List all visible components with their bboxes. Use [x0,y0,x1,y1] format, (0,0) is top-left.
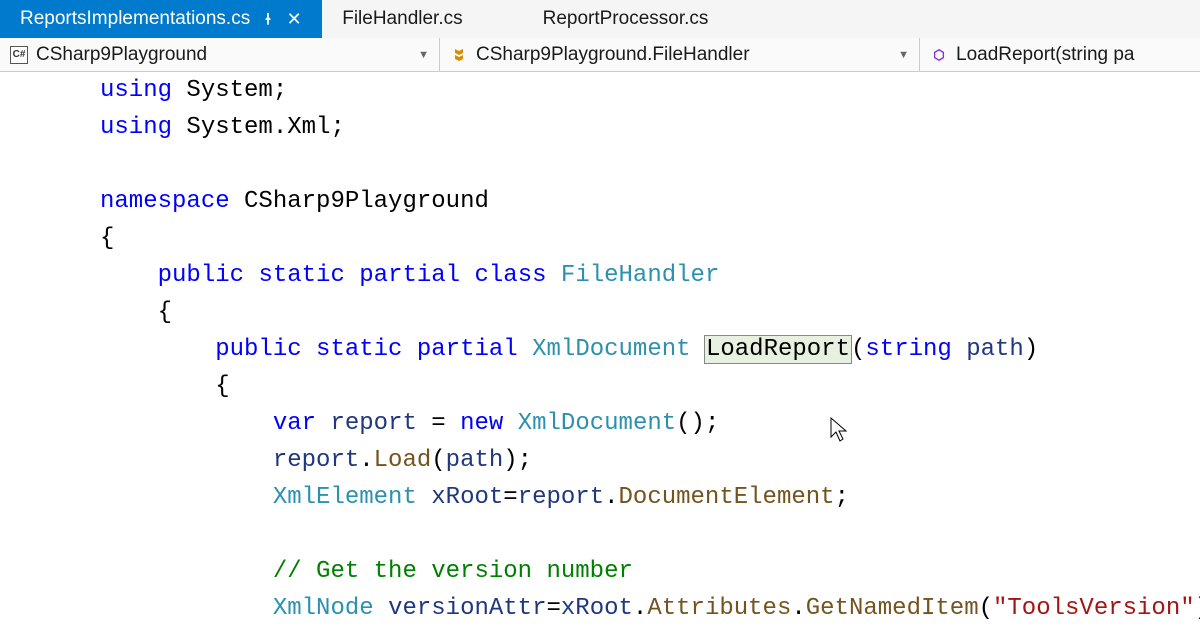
method-name-highlight: LoadReport [704,335,852,364]
local-var: xRoot [561,595,633,622]
chevron-down-icon: ▼ [418,49,429,61]
breadcrumb-class[interactable]: CSharp9Playground.FileHandler ▼ [440,38,920,71]
tab-report-processor[interactable]: ReportProcessor.cs [523,0,769,38]
local-var: report [518,484,604,511]
keyword: using [100,77,172,104]
breadcrumb-label: CSharp9Playground [36,44,207,66]
method-call: GetNamedItem [806,595,979,622]
mouse-cursor-icon [830,417,850,443]
tab-label: ReportProcessor.cs [543,8,709,30]
keyword: var [273,410,316,437]
csharp-icon: C# [10,46,28,64]
keyword: string [865,336,951,363]
namespace-ref: System [186,77,272,104]
keyword: static [258,262,344,289]
breadcrumb-bar: C# CSharp9Playground ▼ CSharp9Playground… [0,38,1200,72]
namespace-name: CSharp9Playground [244,188,489,215]
local-var: versionAttr [388,595,546,622]
breadcrumb-method[interactable]: LoadReport(string pa [920,38,1200,71]
class-icon [450,46,468,64]
tab-label: ReportsImplementations.cs [20,8,250,30]
method-icon [930,46,948,64]
type-name: XmlNode [273,595,374,622]
parameter: path [966,336,1024,363]
keyword: using [100,114,172,141]
tab-label: FileHandler.cs [342,8,462,30]
keyword: class [475,262,547,289]
keyword: new [460,410,503,437]
type-name: XmlDocument [532,336,690,363]
keyword: partial [359,262,460,289]
method-call: Load [374,447,432,474]
type-name: XmlDocument [518,410,676,437]
tab-reports-implementations[interactable]: ReportsImplementations.cs ✕ [0,0,322,38]
argument: path [446,447,504,474]
namespace-ref: System.Xml [186,114,330,141]
local-var: xRoot [431,484,503,511]
type-name: FileHandler [561,262,719,289]
local-var: report [330,410,416,437]
breadcrumb-project[interactable]: C# CSharp9Playground ▼ [0,38,440,71]
keyword: public [158,262,244,289]
tab-bar: ReportsImplementations.cs ✕ FileHandler.… [0,0,1200,38]
code-editor[interactable]: using System; using System.Xml; namespac… [0,72,1200,600]
pin-icon[interactable] [260,11,276,27]
string-literal: "ToolsVersion" [993,595,1195,622]
property: DocumentElement [619,484,835,511]
comment: // Get the version number [273,558,633,585]
chevron-down-icon: ▼ [898,49,909,61]
keyword: partial [417,336,518,363]
breadcrumb-label: LoadReport(string pa [956,44,1135,66]
local-var: report [273,447,359,474]
gutter [0,72,40,600]
keyword: static [316,336,402,363]
code-area[interactable]: using System; using System.Xml; namespac… [40,72,1200,600]
method-name: LoadReport [706,336,850,363]
keyword: public [215,336,301,363]
property: Attributes [647,595,791,622]
tab-file-handler[interactable]: FileHandler.cs [322,0,522,38]
breadcrumb-label: CSharp9Playground.FileHandler [476,44,750,66]
close-icon[interactable]: ✕ [286,11,302,27]
keyword: namespace [100,188,230,215]
type-name: XmlElement [273,484,417,511]
